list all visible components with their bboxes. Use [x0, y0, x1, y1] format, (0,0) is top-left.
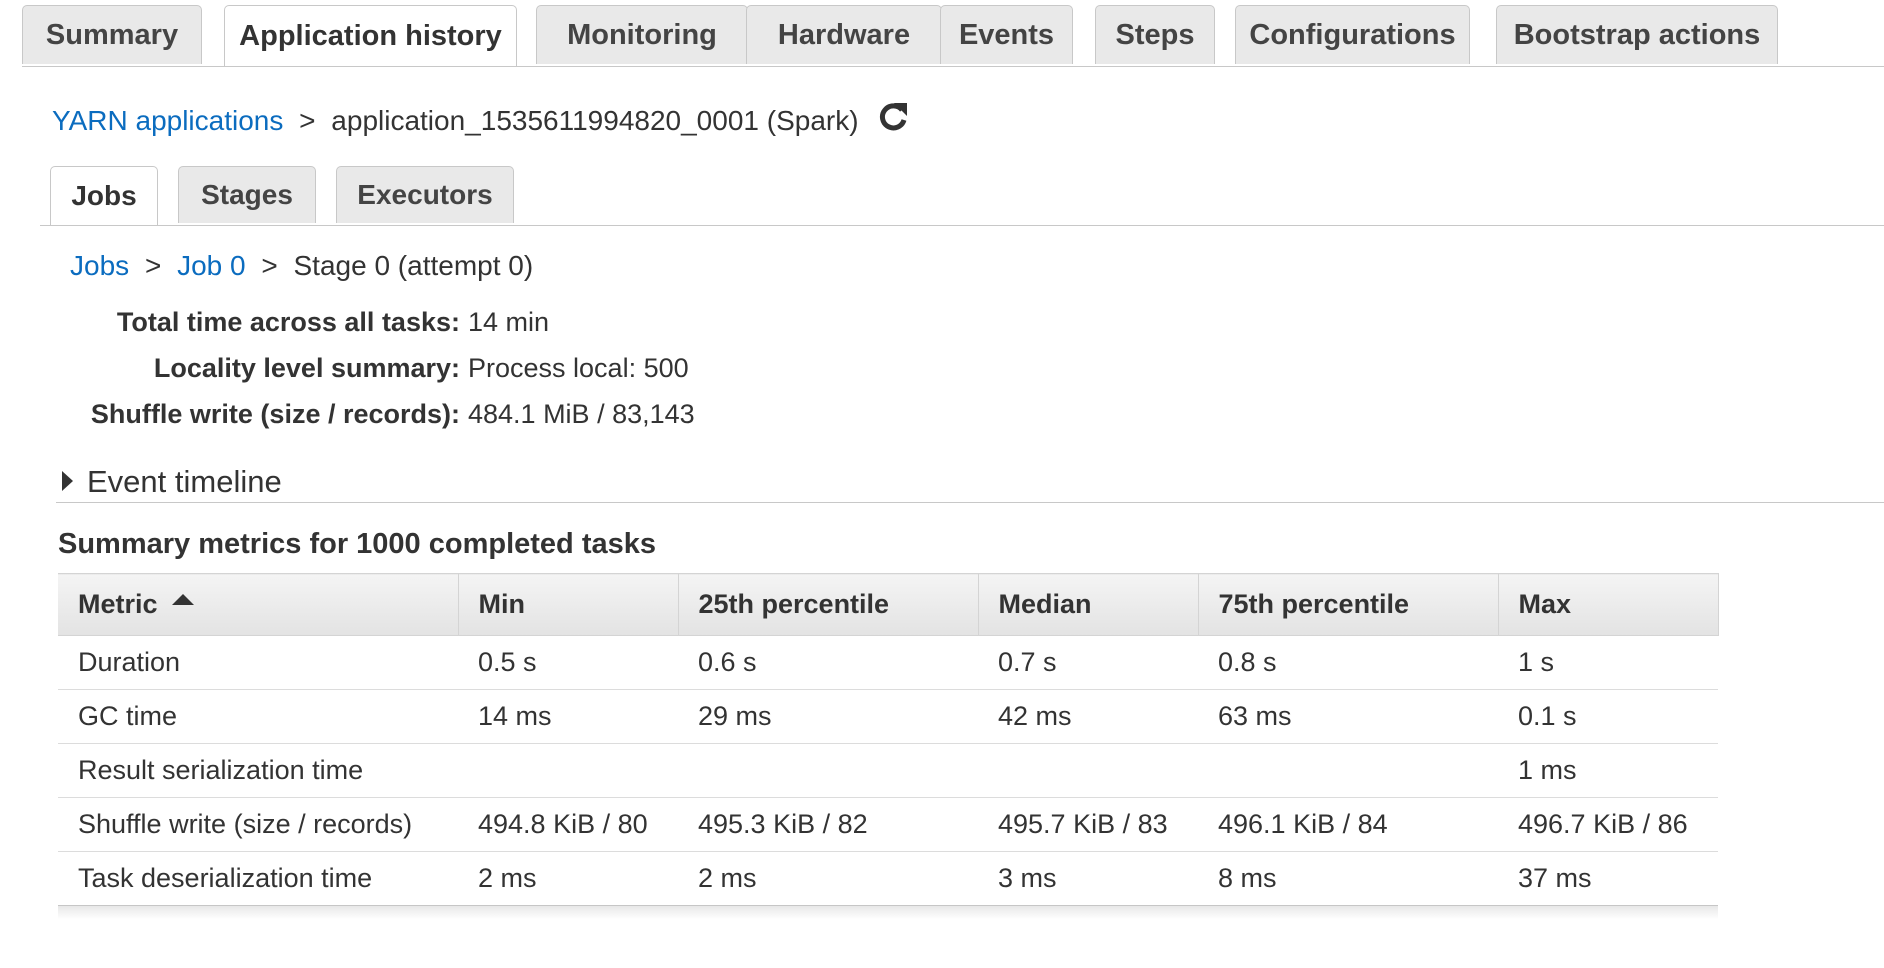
caret-right-icon [62, 471, 73, 491]
table-cell: 496.1 KiB / 84 [1198, 797, 1498, 852]
table-cell: 3 ms [978, 851, 1198, 906]
tab-hardware[interactable]: Hardware [746, 5, 942, 64]
table-cell [978, 743, 1198, 798]
tab-configurations[interactable]: Configurations [1235, 5, 1470, 64]
tab-jobs[interactable]: Jobs [50, 166, 158, 225]
column-header-min[interactable]: Min [458, 573, 679, 636]
detail-row: Locality level summary: Process local: 5… [0, 348, 900, 388]
top-tab-bar: Summary Application history Monitoring H… [22, 5, 1884, 67]
table-cell [458, 743, 678, 798]
summary-metrics-table: Metric Min 25th percentile Median 75th p… [58, 573, 1719, 906]
stage-current: Stage 0 (attempt 0) [293, 250, 534, 281]
table-cell: Result serialization time [58, 743, 458, 798]
breadcrumb-separator: > [299, 105, 316, 136]
column-header-25th-percentile[interactable]: 25th percentile [678, 573, 979, 636]
table-row: Duration 0.5 s 0.6 s 0.7 s 0.8 s 1 s [58, 635, 1718, 690]
tab-events[interactable]: Events [940, 5, 1073, 64]
event-timeline-label: Event timeline [87, 464, 282, 499]
table-cell: 37 ms [1498, 851, 1718, 906]
table-cell: 2 ms [458, 851, 678, 906]
table-cell: 495.7 KiB / 83 [978, 797, 1198, 852]
table-row: Task deserialization time 2 ms 2 ms 3 ms… [58, 851, 1718, 906]
refresh-icon[interactable] [876, 100, 910, 144]
tab-steps[interactable]: Steps [1095, 5, 1215, 64]
table-row: Result serialization time 1 ms [58, 743, 1718, 798]
table-cell: 8 ms [1198, 851, 1498, 906]
divider [56, 502, 1884, 503]
column-header-median[interactable]: Median [978, 573, 1199, 636]
table-cell: 0.7 s [978, 635, 1198, 690]
detail-value: 484.1 MiB / 83,143 [468, 399, 695, 429]
table-bottom-shadow [58, 905, 1718, 919]
table-cell: 496.7 KiB / 86 [1498, 797, 1718, 852]
tab-executors[interactable]: Executors [336, 166, 514, 223]
table-cell: 1 s [1498, 635, 1718, 690]
stage-breadcrumb: Jobs > Job 0 > Stage 0 (attempt 0) [70, 247, 533, 285]
table-cell: 494.8 KiB / 80 [458, 797, 678, 852]
table-cell: 495.3 KiB / 82 [678, 797, 978, 852]
detail-value: Process local: 500 [468, 353, 689, 383]
table-cell: GC time [58, 689, 458, 744]
table-cell: 14 ms [458, 689, 678, 744]
table-cell: Duration [58, 635, 458, 690]
column-header-max[interactable]: Max [1498, 573, 1719, 636]
table-cell: Task deserialization time [58, 851, 458, 906]
yarn-applications-link[interactable]: YARN applications [52, 105, 283, 136]
event-timeline-toggle[interactable]: Event timeline [62, 462, 282, 502]
application-id: application_1535611994820_0001 (Spark) [331, 105, 859, 136]
application-breadcrumb: YARN applications > application_15356119… [52, 100, 910, 144]
job-0-link[interactable]: Job 0 [177, 250, 246, 281]
tab-bootstrap-actions[interactable]: Bootstrap actions [1496, 5, 1778, 64]
detail-label: Total time across all tasks: [116, 307, 460, 337]
column-header-metric[interactable]: Metric [58, 573, 459, 636]
breadcrumb-separator: > [144, 250, 162, 281]
sub-tab-bar: Jobs Stages Executors [40, 166, 1884, 226]
detail-value: 14 min [468, 307, 550, 337]
tab-summary[interactable]: Summary [22, 5, 202, 64]
table-row: Shuffle write (size / records) 494.8 KiB… [58, 797, 1718, 852]
jobs-link[interactable]: Jobs [70, 250, 129, 281]
sort-ascending-icon [171, 594, 194, 605]
tab-application-history[interactable]: Application history [224, 5, 517, 66]
column-header-75th-percentile[interactable]: 75th percentile [1198, 573, 1499, 636]
table-cell: Shuffle write (size / records) [58, 797, 458, 852]
table-cell [1198, 743, 1498, 798]
detail-label: Locality level summary: [153, 353, 460, 383]
table-cell: 0.5 s [458, 635, 678, 690]
table-cell: 63 ms [1198, 689, 1498, 744]
detail-row: Shuffle write (size / records): 484.1 Mi… [0, 394, 900, 434]
table-cell: 42 ms [978, 689, 1198, 744]
table-cell: 0.6 s [678, 635, 978, 690]
summary-metrics-title: Summary metrics for 1000 completed tasks [58, 528, 656, 560]
tab-monitoring[interactable]: Monitoring [536, 5, 748, 64]
table-cell: 1 ms [1498, 743, 1718, 798]
table-row: GC time 14 ms 29 ms 42 ms 63 ms 0.1 s [58, 689, 1718, 744]
table-header-row: Metric Min 25th percentile Median 75th p… [58, 573, 1719, 636]
table-cell: 2 ms [678, 851, 978, 906]
breadcrumb-separator: > [261, 250, 278, 281]
table-cell: 29 ms [678, 689, 978, 744]
table-cell: 0.1 s [1498, 689, 1718, 744]
table-cell [678, 743, 978, 798]
detail-label: Shuffle write (size / records): [90, 399, 460, 429]
tab-stages[interactable]: Stages [178, 166, 316, 223]
table-cell: 0.8 s [1198, 635, 1498, 690]
detail-row: Total time across all tasks: 14 min [0, 302, 900, 342]
